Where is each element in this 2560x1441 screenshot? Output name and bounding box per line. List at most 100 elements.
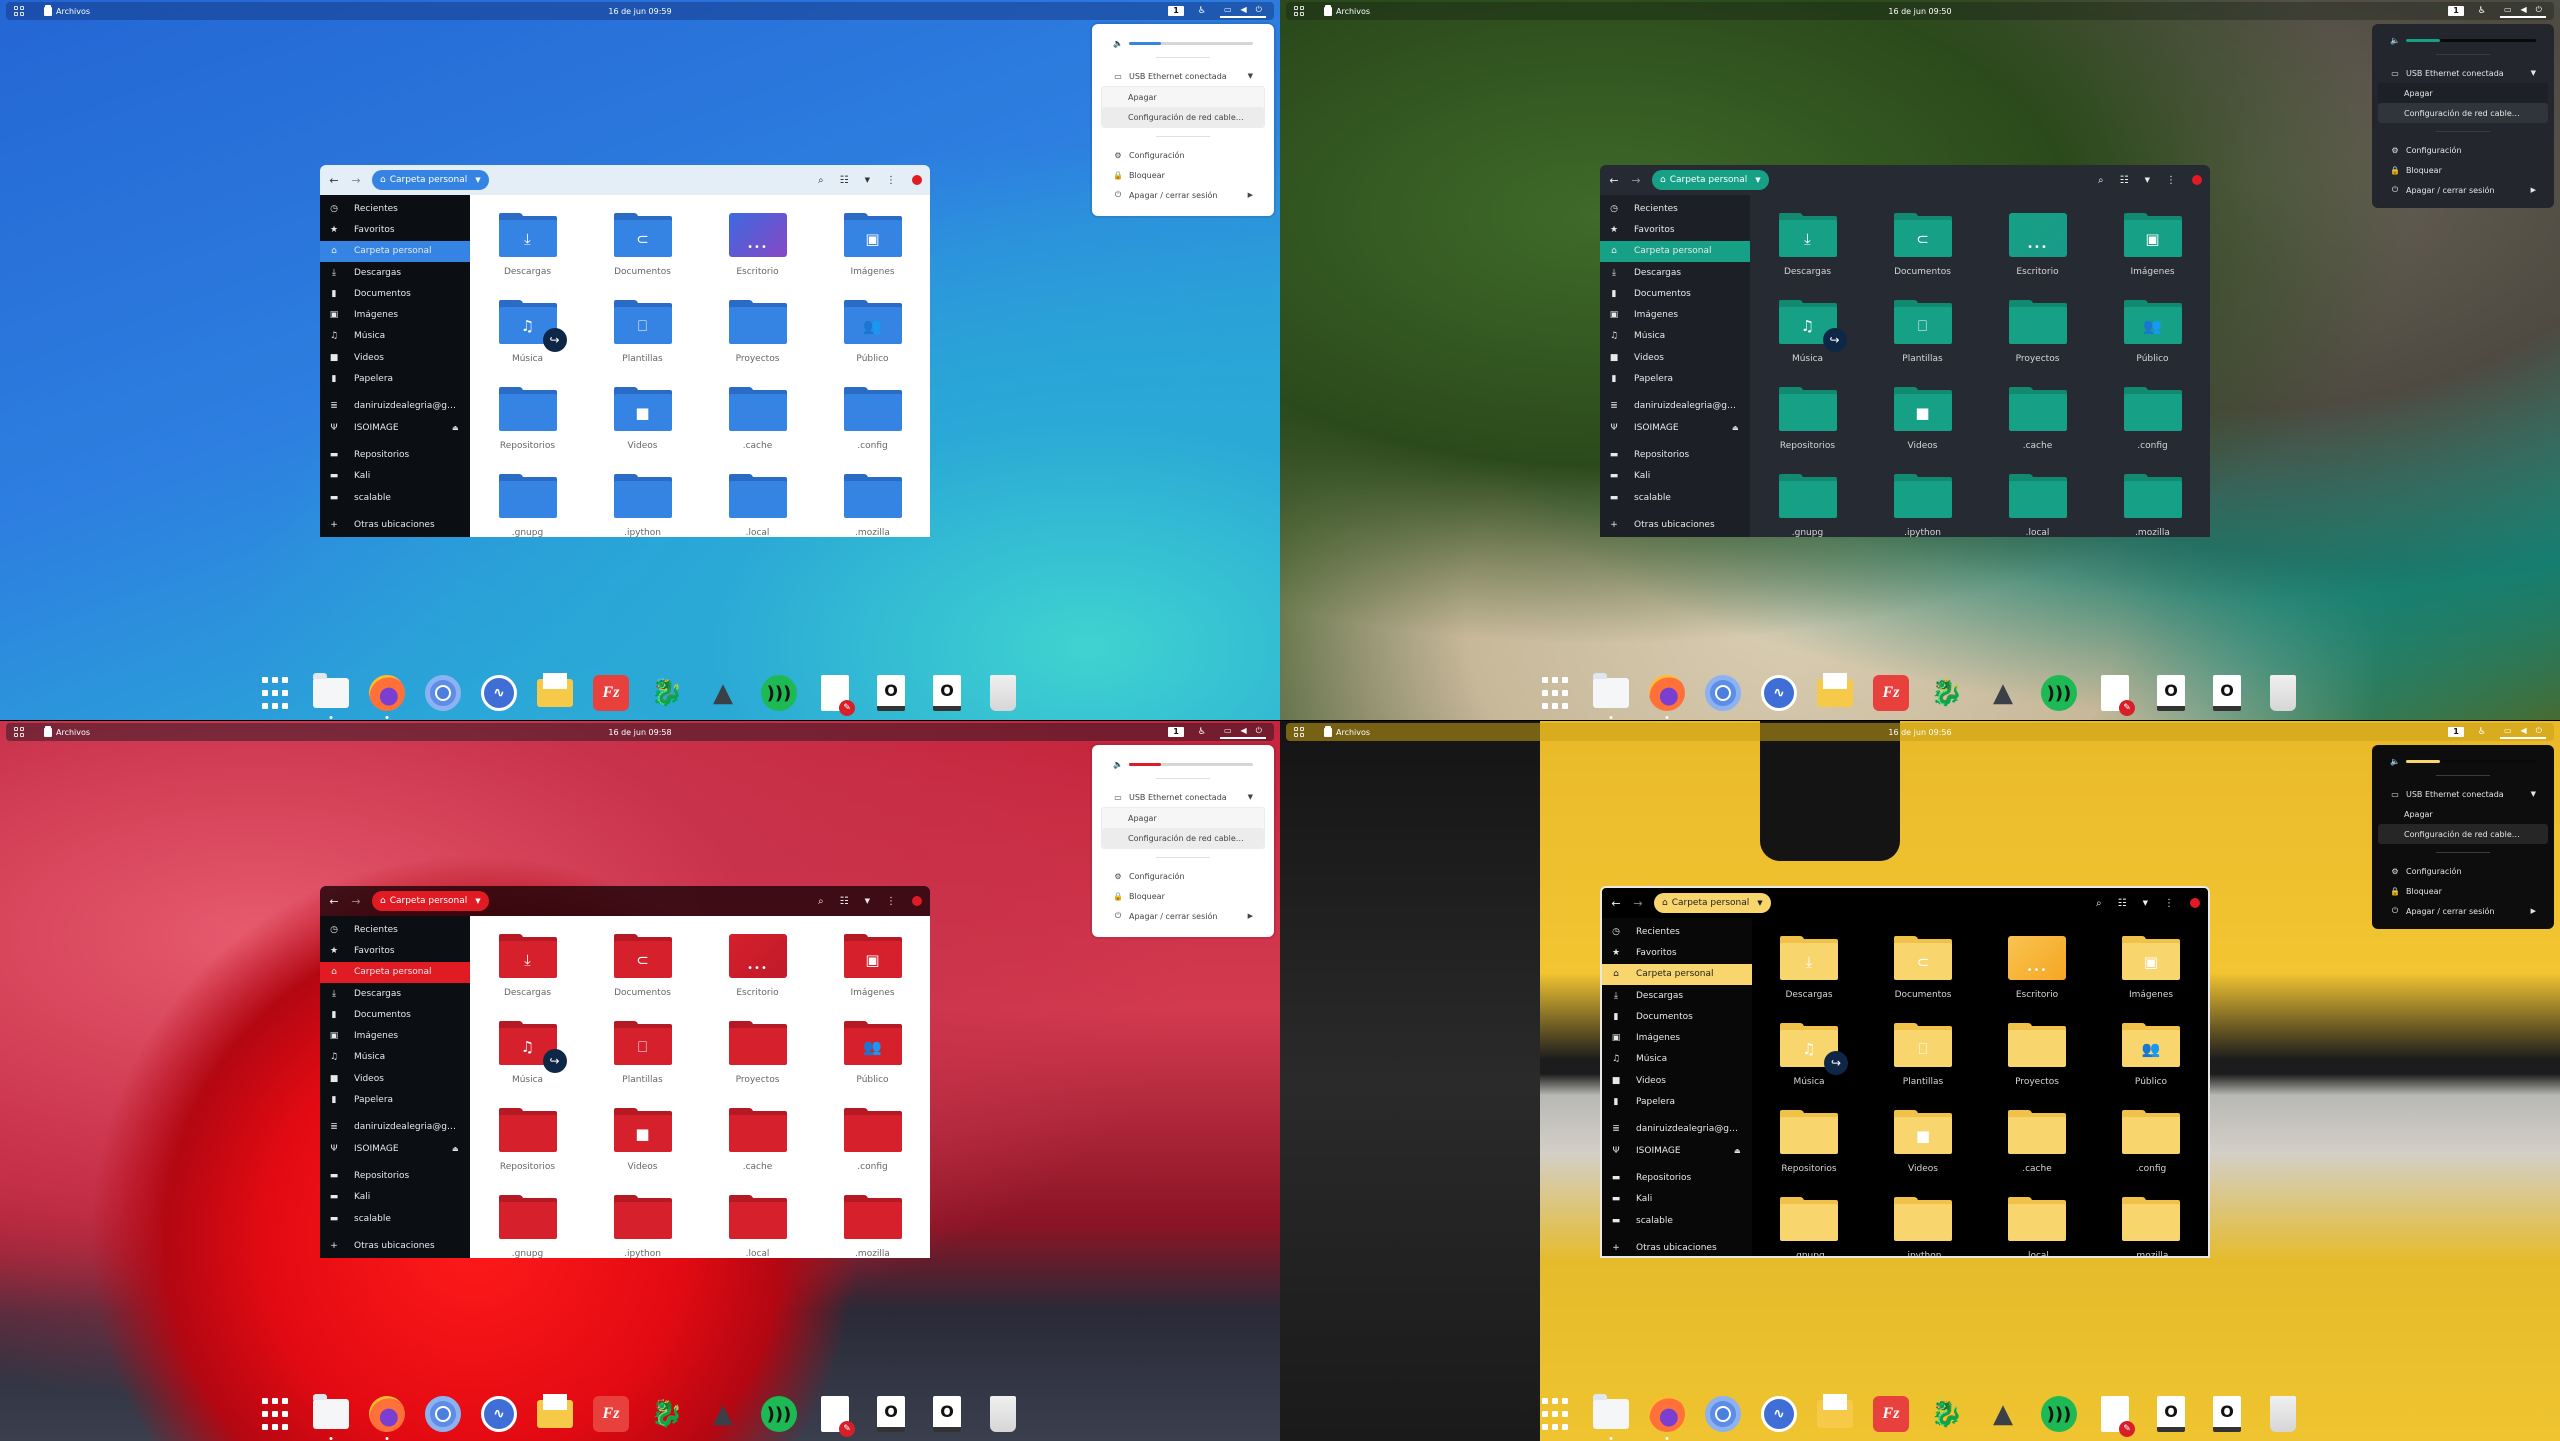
network-off-item[interactable]: Apagar [1102,87,1264,107]
network-off-item[interactable]: Apagar [2378,83,2548,103]
app-menu[interactable]: Archivos [1324,725,1370,737]
sidebar-item-im-genes[interactable]: ▣ Imágenes [1600,304,1750,325]
sidebar-item-documentos[interactable]: ▮ Documentos [1602,1006,1752,1027]
workspace-indicator[interactable]: 1 [1168,6,1184,16]
sidebar-item-repositorios[interactable]: ▬ Repositorios [320,444,470,465]
sidebar-item-kali[interactable]: ▬ Kali [320,1187,470,1208]
dock-item-dragon[interactable]: 🐉 [647,673,687,713]
lock-item[interactable]: 🔒 Bloquear [2372,881,2554,901]
sidebar-item-descargas[interactable]: ⤓ Descargas [1602,985,1752,1006]
file-item[interactable]: ⎕ Plantillas [1865,294,1980,381]
search-icon[interactable]: ⌕ [2096,898,2102,909]
sidebar-item-scalable[interactable]: ▬ scalable [320,1208,470,1229]
dock-item-text-editor[interactable] [815,673,855,716]
lock-item[interactable]: 🔒 Bloquear [1095,886,1271,906]
close-button[interactable] [2192,175,2202,185]
file-item[interactable]: ▣ Imágenes [2094,930,2208,1017]
lock-item[interactable]: 🔒 Bloquear [1095,165,1271,185]
activities-icon[interactable] [1294,727,1306,737]
accessibility-icon[interactable]: ♿ [2478,727,2486,737]
sidebar-item-descargas[interactable]: ⤓ Descargas [320,262,470,283]
eject-icon[interactable]: ⏏ [452,1145,470,1153]
sidebar-item-papelera[interactable]: ▮ Papelera [320,368,470,389]
menu-icon[interactable]: ⋮ [2166,175,2176,186]
dock-item-firefox[interactable] [367,673,407,719]
dock-item-files[interactable] [1591,1394,1631,1440]
dock-item-drive-2[interactable]: O [2207,673,2247,713]
dock-item-trash[interactable] [2263,673,2303,713]
sidebar-item-daniruizdealegria-g[interactable]: ≣ daniruizdealegria@g… [1602,1119,1752,1140]
back-button[interactable]: ← [328,174,340,187]
sidebar-item-m-sica[interactable]: ♫ Música [1600,326,1750,347]
app-menu[interactable]: Archivos [44,4,90,16]
view-mode-icon[interactable]: ☷ [840,175,849,186]
dock-item-inkscape[interactable]: ▲ [1983,1394,2023,1434]
sidebar-item-descargas[interactable]: ⤓ Descargas [1600,262,1750,283]
file-item[interactable]: Repositorios [470,381,585,468]
sidebar-item-isoimage[interactable]: Ψ ISOIMAGE ⏏ [320,417,470,438]
sidebar-item-otras-ubicaciones[interactable]: + Otras ubicaciones [1602,1237,1752,1256]
dock-item-filezilla[interactable]: Fz [591,1394,631,1434]
network-off-item[interactable]: Apagar [2378,804,2548,824]
file-item[interactable]: Repositorios [470,1102,585,1189]
network-settings-item[interactable]: Configuración de red cable… [2378,824,2548,844]
sidebar-item-videos[interactable]: ■ Videos [320,347,470,368]
sidebar-item-daniruizdealegria-g[interactable]: ≣ daniruizdealegria@g… [1600,396,1750,417]
dock-item-text-editor[interactable] [2095,1394,2135,1437]
sidebar-item-isoimage[interactable]: Ψ ISOIMAGE ⏏ [1600,417,1750,438]
sidebar-item-repositorios[interactable]: ▬ Repositorios [1600,444,1750,465]
file-item[interactable]: .mozilla [815,468,930,537]
sidebar-item-m-sica[interactable]: ♫ Música [320,326,470,347]
sidebar-item-otras-ubicaciones[interactable]: + Otras ubicaciones [320,1235,470,1256]
file-item[interactable]: .config [2094,1104,2208,1191]
dock-item-mail[interactable] [1815,673,1855,713]
forward-button[interactable]: → [1630,174,1642,187]
file-item[interactable]: ⎕ Plantillas [585,294,700,381]
sidebar-item-descargas[interactable]: ⤓ Descargas [320,983,470,1004]
view-mode-icon[interactable]: ☷ [840,896,849,907]
file-item[interactable]: 👥 Público [815,294,930,381]
sidebar-item-papelera[interactable]: ▮ Papelera [1600,368,1750,389]
file-item[interactable]: ♫ ↪ Música [470,294,585,381]
dock-item-inkscape[interactable]: ▲ [703,673,743,713]
network-item[interactable]: ▭ USB Ethernet conectada ▼ [1095,787,1271,807]
file-item[interactable]: .local [700,1189,815,1258]
dock-item-spotify[interactable]: ))) [2039,1394,2079,1434]
dock-item-drive-1[interactable]: O [871,673,911,713]
dock-item-chromium[interactable] [423,1394,463,1434]
dock-item-firefox[interactable] [1647,673,1687,719]
network-item[interactable]: ▭ USB Ethernet conectada ▼ [2372,63,2554,83]
eject-icon[interactable]: ⏏ [1734,1147,1752,1155]
file-item[interactable]: .mozilla [2095,468,2210,537]
power-off-item[interactable]: ⏻ Apagar / cerrar sesión ▶ [2372,180,2554,200]
dock-item-dragon[interactable]: 🐉 [647,1394,687,1434]
dock-item-chromium[interactable] [1703,1394,1743,1434]
sidebar-item-im-genes[interactable]: ▣ Imágenes [320,1025,470,1046]
file-item[interactable]: Proyectos [700,1015,815,1102]
file-item[interactable]: ••• Escritorio [700,207,815,294]
file-item[interactable]: ⊂ Documentos [1865,207,1980,294]
forward-button[interactable]: → [350,174,362,187]
file-item[interactable]: ••• Escritorio [700,928,815,1015]
file-item[interactable]: ⤓ Descargas [470,207,585,294]
file-item[interactable]: ■ Videos [1866,1104,1980,1191]
sidebar-item-documentos[interactable]: ▮ Documentos [320,283,470,304]
system-status-area[interactable]: ▭ ◀ ⏻ [2499,726,2546,739]
sidebar-item-favoritos[interactable]: ★ Favoritos [1600,219,1750,240]
sidebar-item-recientes[interactable]: ◷ Recientes [320,198,470,219]
network-off-item[interactable]: Apagar [1102,808,1264,828]
sidebar-item-papelera[interactable]: ▮ Papelera [1602,1091,1752,1112]
dock-item-filezilla[interactable]: Fz [1871,1394,1911,1434]
power-off-item[interactable]: ⏻ Apagar / cerrar sesión ▶ [2372,901,2554,921]
dock-item-files[interactable] [311,673,351,719]
sidebar-item-repositorios[interactable]: ▬ Repositorios [320,1165,470,1186]
dock-item-drive-2[interactable]: O [927,673,967,713]
sidebar-item-scalable[interactable]: ▬ scalable [1602,1210,1752,1231]
sidebar-item-scalable[interactable]: ▬ scalable [320,487,470,508]
dock-item-dragon[interactable]: 🐉 [1927,1394,1967,1434]
sidebar-item-papelera[interactable]: ▮ Papelera [320,1089,470,1110]
back-button[interactable]: ← [328,895,340,908]
dock-item-chromium[interactable] [423,673,463,713]
activities-icon[interactable] [14,6,26,16]
path-bar-button[interactable]: ⌂ Carpeta personal ▼ [372,170,489,190]
